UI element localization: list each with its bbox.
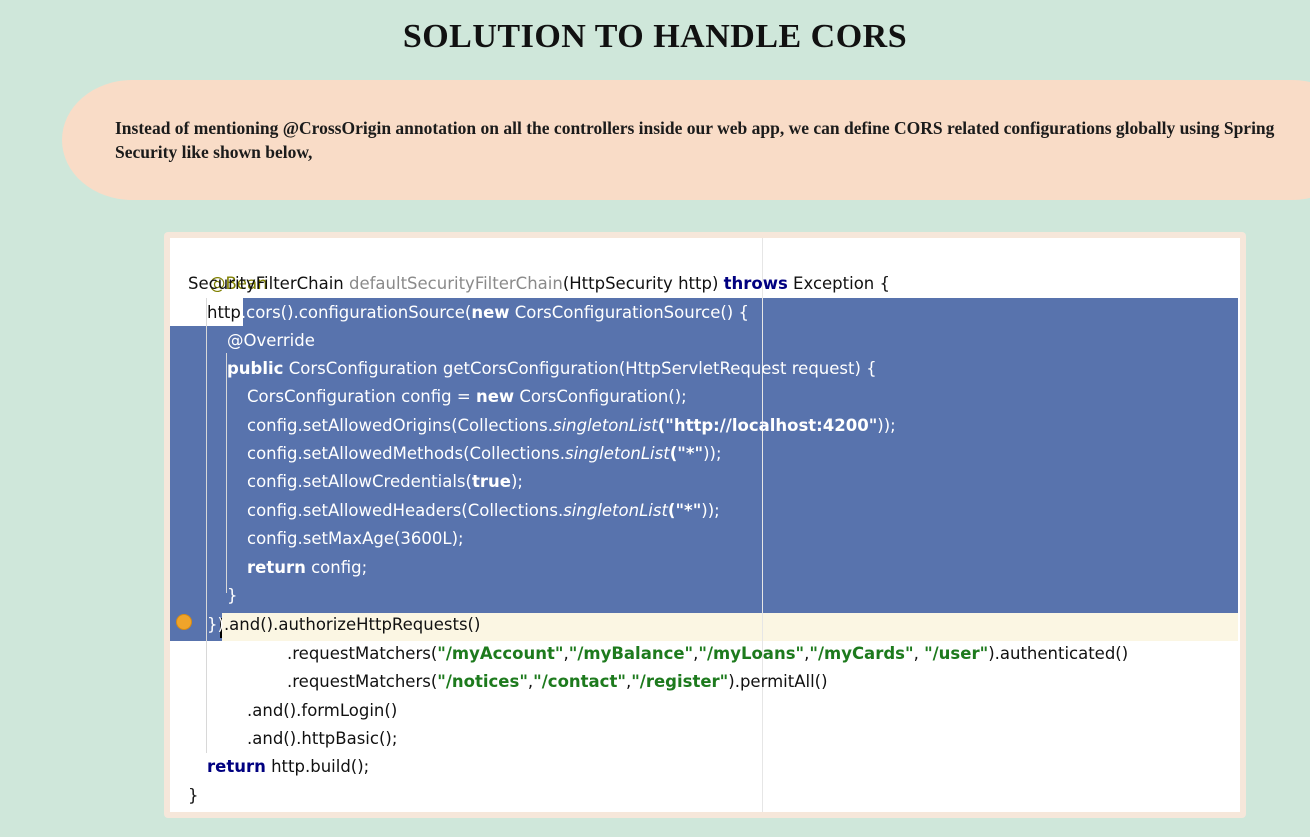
code-line-14: }).and().authorizeHttpRequests() <box>207 615 481 634</box>
code-line-2: SecurityFilterChain defaultSecurityFilte… <box>188 274 890 293</box>
code-line-13: } <box>227 586 238 605</box>
code-line-7: config.setAllowedOrigins(Collections.sin… <box>247 416 896 435</box>
code-line-15: .requestMatchers("/myAccount","/myBalanc… <box>287 644 1129 663</box>
code-line-18: .and().httpBasic(); <box>247 729 398 748</box>
right-margin-guide <box>762 238 763 812</box>
code-line-16: .requestMatchers("/notices","/contact","… <box>287 672 828 691</box>
indent-guide <box>226 353 227 593</box>
code-editor: @Bean SecurityFilterChain defaultSecurit… <box>170 238 1240 812</box>
code-line-6: CorsConfiguration config = new CorsConfi… <box>247 387 687 406</box>
code-line-17: .and().formLogin() <box>247 701 398 720</box>
code-line-19: return http.build(); <box>207 757 370 776</box>
lightbulb-icon[interactable] <box>177 615 191 629</box>
code-line-4: @Override <box>227 331 315 350</box>
code-line-3: http.cors().configurationSource(new Cors… <box>207 303 749 322</box>
code-line-20: } <box>188 786 199 805</box>
code-line-8: config.setAllowedMethods(Collections.sin… <box>247 444 722 463</box>
code-line-11: config.setMaxAge(3600L); <box>247 529 464 548</box>
indent-guide <box>206 298 207 753</box>
description-text: Instead of mentioning @CrossOrigin annot… <box>115 118 1275 162</box>
code-line-9: config.setAllowCredentials(true); <box>247 472 523 491</box>
code-line-1: @Bean <box>208 274 268 293</box>
code-line-10: config.setAllowedHeaders(Collections.sin… <box>247 501 720 520</box>
code-line-5: public CorsConfiguration getCorsConfigur… <box>227 359 877 378</box>
slide-title: SOLUTION TO HANDLE CORS <box>402 18 908 55</box>
code-line-12: return config; <box>247 558 368 577</box>
